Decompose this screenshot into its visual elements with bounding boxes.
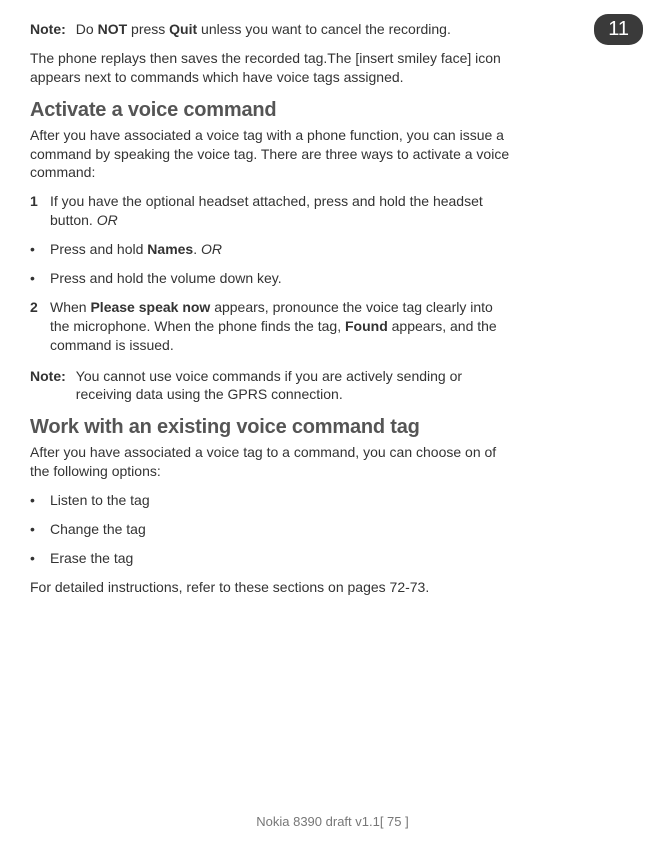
bullet-body: Change the tag: [50, 520, 510, 539]
note-label: Note:: [30, 367, 66, 405]
bullet-icon: •: [30, 269, 50, 288]
list-item: • Change the tag: [30, 520, 510, 539]
text-bold: Found: [345, 318, 388, 334]
note-quit: Note: Do NOT press Quit unless you want t…: [30, 20, 510, 39]
list-item: 1 If you have the optional headset attac…: [30, 192, 510, 230]
paragraph: The phone replays then saves the recorde…: [30, 49, 510, 87]
text: Do: [76, 21, 98, 37]
list-item: • Erase the tag: [30, 549, 510, 568]
bullet-body: Press and hold the volume down key.: [50, 269, 510, 288]
text-bold: Names: [147, 241, 193, 257]
list-item: • Listen to the tag: [30, 491, 510, 510]
step-number: 2: [30, 298, 50, 355]
page-footer: Nokia 8390 draft v1.1[ 75 ]: [0, 814, 665, 829]
note-body: You cannot use voice commands if you are…: [76, 367, 510, 405]
list-item: • Press and hold Names. OR: [30, 240, 510, 259]
text: press: [127, 21, 169, 37]
bullet-body: Press and hold Names. OR: [50, 240, 510, 259]
heading-activate: Activate a voice command: [30, 99, 510, 122]
bullet-body: Listen to the tag: [50, 491, 510, 510]
text: .: [193, 241, 201, 257]
text: unless you want to cancel the recording.: [197, 21, 451, 37]
page-content: Note: Do NOT press Quit unless you want t…: [30, 20, 510, 597]
options-list: • Listen to the tag • Change the tag • E…: [30, 491, 510, 568]
text-bold: NOT: [98, 21, 128, 37]
text-italic: OR: [201, 241, 222, 257]
step-body: When Please speak now appears, pronounce…: [50, 298, 510, 355]
instruction-list: 1 If you have the optional headset attac…: [30, 192, 510, 354]
step-body: If you have the optional headset attache…: [50, 192, 510, 230]
bullet-icon: •: [30, 240, 50, 259]
paragraph: For detailed instructions, refer to thes…: [30, 578, 510, 597]
text: When: [50, 299, 90, 315]
bullet-icon: •: [30, 549, 50, 568]
bullet-icon: •: [30, 491, 50, 510]
step-number: 1: [30, 192, 50, 230]
heading-existing-tag: Work with an existing voice command tag: [30, 416, 510, 439]
chapter-number-badge: 11: [594, 14, 643, 45]
bullet-body: Erase the tag: [50, 549, 510, 568]
list-item: 2 When Please speak now appears, pronoun…: [30, 298, 510, 355]
text-bold: Please speak now: [90, 299, 210, 315]
bullet-icon: •: [30, 520, 50, 539]
paragraph: After you have associated a voice tag wi…: [30, 126, 510, 183]
list-item: • Press and hold the volume down key.: [30, 269, 510, 288]
note-gprs: Note: You cannot use voice commands if y…: [30, 367, 510, 405]
paragraph: After you have associated a voice tag to…: [30, 443, 510, 481]
note-label: Note:: [30, 20, 66, 39]
text: Press and hold: [50, 241, 147, 257]
text-italic: OR: [97, 212, 118, 228]
text-bold: Quit: [169, 21, 197, 37]
